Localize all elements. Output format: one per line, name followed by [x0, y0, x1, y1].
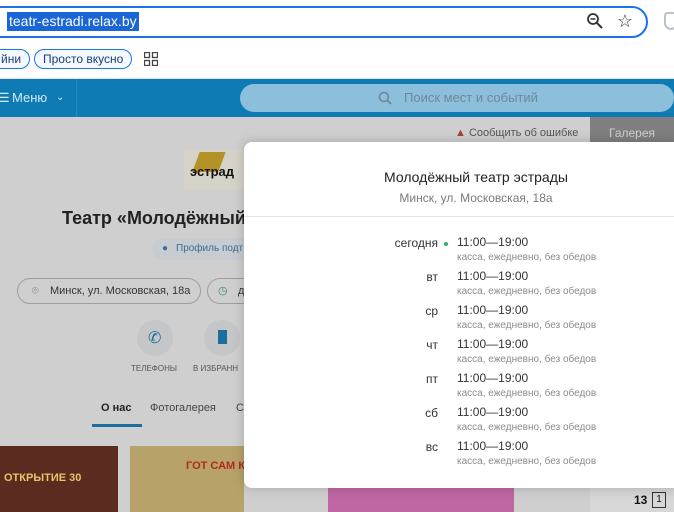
venue-card: эстрад Театр «Молодёжный ● Профиль подт …: [0, 150, 252, 440]
schedule-row-fri: пт 11:00—19:00 касса, ежедневно, без обе…: [244, 371, 674, 406]
bookmark-star-icon[interactable]: ☆: [615, 11, 635, 31]
schedule-note: касса, ежедневно, без обедов: [457, 422, 597, 433]
schedule-hours: 11:00—19:00: [457, 235, 529, 249]
tab-more[interactable]: С: [236, 402, 244, 414]
schedule-note: касса, ежедневно, без обедов: [457, 320, 597, 331]
bookmark-chip-2[interactable]: Просто вкусно: [34, 49, 133, 69]
schedule-note: касса, ежедневно, без обедов: [457, 252, 597, 263]
counter-box: 1: [652, 492, 666, 508]
schedule-hours: 11:00—19:00: [457, 269, 529, 283]
schedule-day: ср: [425, 304, 438, 318]
poster-thumb-1[interactable]: ОТКРЫТИЕ 30: [0, 446, 118, 512]
schedule-row-today: сегодня 11:00—19:00 касса, ежедневно, бе…: [244, 235, 674, 270]
schedule-hours: 11:00—19:00: [457, 337, 529, 351]
schedule-hours: 11:00—19:00: [457, 405, 529, 419]
phone-icon: ✆: [148, 330, 162, 347]
warning-icon: ▲: [455, 127, 466, 139]
schedule-day: чт: [426, 338, 438, 352]
menu-button[interactable]: ☰ Меню ⌄: [0, 79, 77, 117]
venue-title: Театр «Молодёжный: [62, 208, 246, 228]
phones-button[interactable]: ✆: [137, 320, 173, 356]
schedule-row-sat: сб 11:00—19:00 касса, ежедневно, без обе…: [244, 405, 674, 440]
chevron-down-icon: ⌄: [56, 92, 65, 103]
schedule-note: касса, ежедневно, без обедов: [457, 354, 597, 365]
bookmarks-bar: йни Просто вкусно: [0, 44, 674, 79]
schedule-day: пт: [426, 372, 438, 386]
menu-label: Меню: [12, 90, 48, 105]
check-icon: ●: [162, 243, 169, 254]
zoom-out-icon[interactable]: [586, 12, 604, 30]
search-input[interactable]: Поиск мест и событий: [240, 84, 674, 112]
schedule-hours: 11:00—19:00: [457, 303, 529, 317]
hours-modal: Молодёжный театр эстрады Минск, ул. Моск…: [244, 142, 674, 488]
location-pin-icon: ⌾: [32, 285, 39, 297]
venue-logo: эстрад: [184, 150, 244, 190]
schedule-row-thu: чт 11:00—19:00 касса, ежедневно, без обе…: [244, 337, 674, 372]
url-text[interactable]: teatr-estradi.relax.by: [7, 12, 139, 31]
clock-icon: ◷: [218, 285, 228, 297]
site-header: ☰ Меню ⌄ Поиск мест и событий: [0, 79, 674, 117]
open-now-dot: [444, 242, 448, 246]
schedule-row-sun: вс 11:00—19:00 касса, ежедневно, без обе…: [244, 439, 674, 474]
schedule-row-tue: вт 11:00—19:00 касса, ежедневно, без обе…: [244, 269, 674, 304]
favorites-label: В ИЗБРАНН: [193, 364, 239, 373]
favorites-button[interactable]: [204, 320, 240, 356]
schedule-hours: 11:00—19:00: [457, 371, 529, 385]
bookmark-icon: [218, 330, 227, 344]
browser-toolbar: teatr-estradi.relax.by ☆: [0, 0, 674, 44]
logo-text: эстрад: [190, 164, 235, 179]
schedule-row-wed: ср 11:00—19:00 касса, ежедневно, без обе…: [244, 303, 674, 338]
profile-badge-label: Профиль подт: [176, 243, 244, 254]
apps-grid-icon[interactable]: [144, 52, 158, 66]
schedule-hours: 11:00—19:00: [457, 439, 529, 453]
address-chip-label: Минск, ул. Московская, 18а: [50, 285, 191, 297]
modal-title: Молодёжный театр эстрады: [384, 169, 568, 185]
schedule-day: сегодня: [394, 236, 438, 250]
poster-thumb-3[interactable]: [328, 488, 514, 512]
shield-icon[interactable]: [664, 12, 674, 30]
phones-label: ТЕЛЕФОНЫ: [131, 364, 177, 373]
tab-about[interactable]: О нас: [101, 402, 132, 414]
schedule-day: вт: [426, 270, 438, 284]
schedule-note: касса, ежедневно, без обедов: [457, 286, 597, 297]
poster-text-2: ГОТ САМ КАРАСО: [186, 460, 244, 472]
schedule-note: касса, ежедневно, без обедов: [457, 456, 597, 467]
search-placeholder: Поиск мест и событий: [404, 90, 538, 105]
schedule-day: вс: [425, 440, 438, 454]
address-chip[interactable]: ⌾ Минск, ул. Московская, 18а: [17, 278, 201, 304]
poster-thumb-2[interactable]: ГОТ САМ КАРАСО: [130, 446, 244, 512]
schedule-note: касса, ежедневно, без обедов: [457, 388, 597, 399]
report-error-link[interactable]: ▲ Сообщить об ошибке: [455, 127, 578, 139]
poster-text-1: ОТКРЫТИЕ 30: [4, 472, 82, 484]
report-error-label: Сообщить об ошибке: [468, 127, 579, 139]
bookmark-chip-1[interactable]: йни: [0, 49, 31, 69]
profile-badge: ● Профиль подт: [152, 238, 252, 260]
tab-photogallery[interactable]: Фотогалерея: [150, 402, 216, 414]
hamburger-icon: ☰: [0, 90, 10, 105]
schedule-day: сб: [425, 406, 438, 420]
search-icon: [378, 91, 392, 105]
tab-about-underline: [92, 424, 142, 427]
counter-area: 13 1: [590, 488, 674, 512]
modal-divider: [244, 216, 674, 217]
modal-address: Минск, ул. Московская, 18а: [399, 191, 553, 205]
counter-value: 13: [634, 493, 648, 507]
